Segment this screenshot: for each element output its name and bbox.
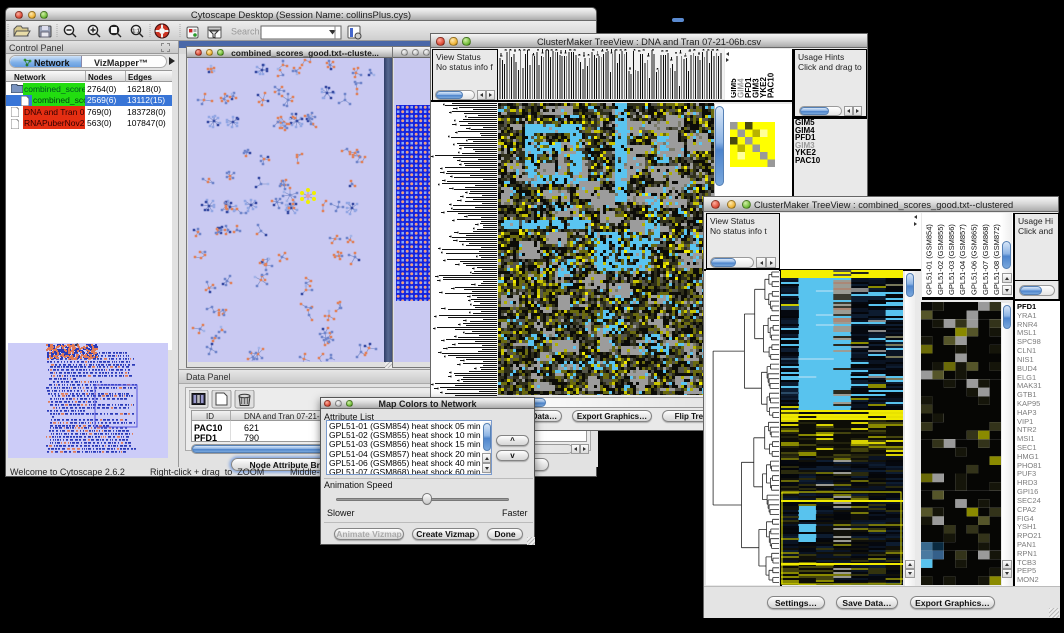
svg-text:GPL51-08 (GSM872): GPL51-08 (GSM872) <box>992 224 1001 295</box>
svg-text:1:1: 1:1 <box>132 29 139 35</box>
svg-text:GPL51-04 (GSM857): GPL51-04 (GSM857) <box>958 224 967 295</box>
svg-text:GPL51-07 (GSM868): GPL51-07 (GSM868) <box>981 224 990 295</box>
svg-text:GPL51-03 (GSM856): GPL51-03 (GSM856) <box>947 224 956 295</box>
svg-text:Search:: Search: <box>231 27 262 37</box>
svg-text:GPL51-02 (GSM855): GPL51-02 (GSM855) <box>936 224 945 295</box>
svg-text:PAC10: PAC10 <box>767 72 776 98</box>
svg-text:GPL51-06 (GSM865): GPL51-06 (GSM865) <box>970 224 979 295</box>
svg-text:GPL51-01 (GSM854): GPL51-01 (GSM854) <box>925 224 934 295</box>
